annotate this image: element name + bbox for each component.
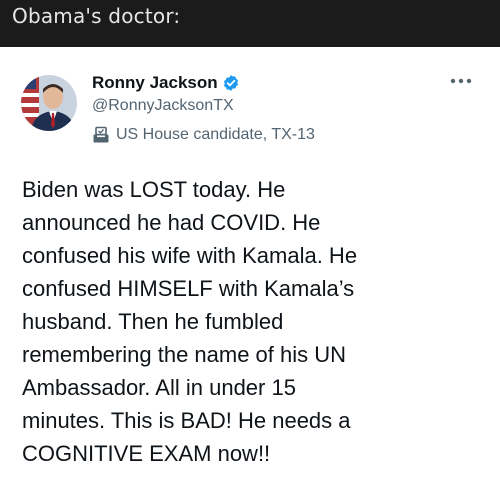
author-name[interactable]: Ronny Jackson xyxy=(92,73,218,93)
tweet-text-line: confused his wife with Kamala. He xyxy=(22,243,358,268)
tweet-text-line: Biden was LOST today. He xyxy=(22,177,286,202)
tweet-text-line: confused HIMSELF with Kamala’s xyxy=(22,276,355,301)
author-handle[interactable]: @RonnyJacksonTX xyxy=(92,97,234,115)
candidate-label-row: US House candidate, TX-13 xyxy=(92,126,315,144)
tweet-text-line: husband. Then he fumbled xyxy=(22,309,284,334)
more-options-icon[interactable] xyxy=(450,77,472,85)
candidate-label: US House candidate, TX-13 xyxy=(116,126,315,143)
tweet-text: Biden was LOST today. He announced he ha… xyxy=(22,173,472,470)
avatar-image xyxy=(21,75,77,131)
ballot-box-icon xyxy=(93,126,109,143)
tweet-text-line: COGNITIVE EXAM now!! xyxy=(22,441,271,466)
verified-badge-icon xyxy=(223,75,239,91)
tweet-text-line: minutes. This is BAD! He needs a xyxy=(22,408,351,433)
caption-text: Obama's doctor: xyxy=(12,4,181,28)
tweet-text-line: Ambassador. All in under 15 xyxy=(22,375,296,400)
tweet-card: Ronny Jackson @RonnyJacksonTX US House c… xyxy=(0,47,500,486)
tweet-text-line: announced he had COVID. He xyxy=(22,210,321,235)
caption-bar: Obama's doctor: xyxy=(0,0,500,47)
tweet-text-line: remembering the name of his UN xyxy=(22,342,347,367)
avatar[interactable] xyxy=(21,75,77,131)
